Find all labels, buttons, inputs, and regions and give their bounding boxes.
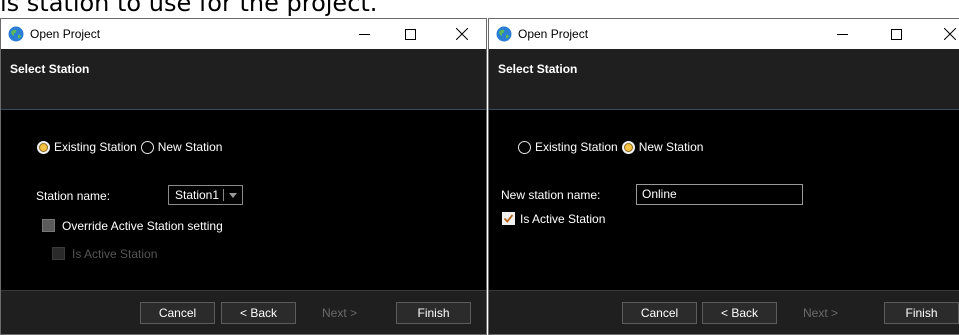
station-type-radio-group: Existing Station New Station bbox=[518, 140, 707, 154]
minimize-icon bbox=[358, 33, 370, 35]
new-station-name-input[interactable]: Online bbox=[636, 184, 803, 205]
new-station-label[interactable]: New Station bbox=[639, 140, 704, 154]
close-icon bbox=[456, 28, 468, 40]
header-title: Select Station bbox=[10, 62, 90, 76]
wizard-header: Select Station bbox=[1, 49, 486, 110]
existing-station-label[interactable]: Existing Station bbox=[54, 140, 137, 154]
is-active-station-label: Is Active Station bbox=[72, 247, 158, 261]
title-bar[interactable]: Open Project bbox=[1, 19, 486, 49]
wizard-body: Existing Station New Station Station nam… bbox=[1, 111, 486, 290]
window-title: Open Project bbox=[518, 27, 589, 41]
globe-icon bbox=[8, 26, 24, 42]
finish-button[interactable]: Finish bbox=[884, 302, 959, 324]
maximize-icon bbox=[404, 28, 416, 40]
new-station-label[interactable]: New Station bbox=[158, 140, 223, 154]
minimize-icon bbox=[836, 33, 848, 35]
new-station-radio[interactable] bbox=[140, 140, 154, 154]
header-title: Select Station bbox=[498, 62, 578, 76]
page-caption: is station to use for the project. bbox=[0, 0, 378, 17]
minimize-button[interactable] bbox=[819, 19, 865, 49]
minimize-button[interactable] bbox=[341, 19, 387, 49]
is-active-station-checkbox[interactable] bbox=[502, 212, 515, 225]
back-button[interactable]: < Back bbox=[702, 302, 777, 324]
new-station-name-label: New station name: bbox=[501, 188, 601, 202]
wizard-footer: Cancel < Back Next > Finish bbox=[1, 290, 486, 334]
next-button: Next > bbox=[783, 302, 858, 324]
cancel-button[interactable]: Cancel bbox=[622, 302, 697, 324]
globe-icon bbox=[496, 26, 512, 42]
is-active-station-label[interactable]: Is Active Station bbox=[520, 212, 605, 226]
back-button[interactable]: < Back bbox=[221, 302, 296, 324]
title-bar[interactable]: Open Project bbox=[489, 19, 959, 49]
station-name-label: Station name: bbox=[36, 189, 111, 203]
check-icon bbox=[503, 214, 514, 223]
new-station-radio[interactable] bbox=[621, 140, 635, 154]
wizard-header: Select Station bbox=[489, 49, 959, 110]
open-project-dialog-existing: Open Project Select Station Existing Sta… bbox=[0, 18, 487, 335]
override-active-station-label[interactable]: Override Active Station setting bbox=[62, 219, 223, 233]
station-combo-value: Station1 bbox=[175, 188, 220, 202]
next-button: Next > bbox=[302, 302, 377, 324]
existing-station-radio[interactable] bbox=[37, 140, 50, 154]
close-button[interactable] bbox=[439, 19, 485, 49]
wizard-footer: Cancel < Back Next > Finish bbox=[489, 290, 959, 334]
cancel-button[interactable]: Cancel bbox=[140, 302, 215, 324]
existing-station-label[interactable]: Existing Station bbox=[535, 140, 618, 154]
maximize-button[interactable] bbox=[387, 19, 433, 49]
finish-button[interactable]: Finish bbox=[396, 302, 471, 324]
close-icon bbox=[944, 28, 956, 40]
maximize-icon bbox=[890, 28, 902, 40]
existing-station-radio[interactable] bbox=[518, 140, 531, 154]
wizard-body: Existing Station New Station New station… bbox=[489, 111, 959, 290]
open-project-dialog-new: Open Project Select Station Existing Sta… bbox=[488, 18, 959, 335]
station-name-combo[interactable]: Station1 bbox=[168, 185, 244, 205]
close-button[interactable] bbox=[927, 19, 959, 49]
window-title: Open Project bbox=[30, 27, 101, 41]
chevron-down-icon[interactable] bbox=[224, 192, 242, 198]
override-active-station-checkbox[interactable] bbox=[42, 219, 55, 232]
maximize-button[interactable] bbox=[873, 19, 919, 49]
station-type-radio-group: Existing Station New Station bbox=[37, 140, 226, 154]
is-active-station-checkbox bbox=[52, 247, 65, 260]
